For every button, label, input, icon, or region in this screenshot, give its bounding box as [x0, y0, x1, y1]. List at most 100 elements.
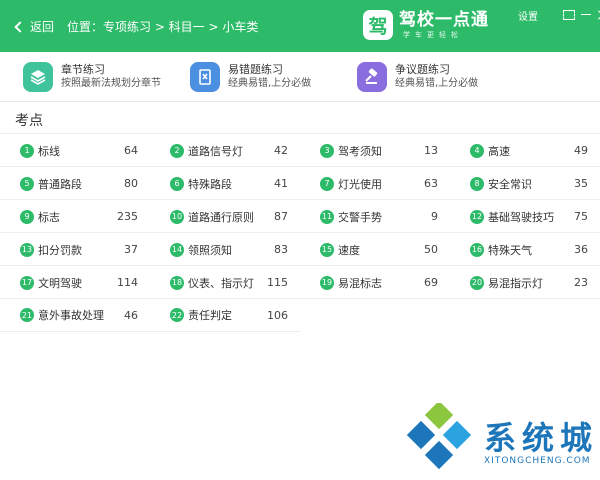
topic-item[interactable]: 21 意外事故处理 46 [0, 299, 150, 332]
topic-item[interactable]: 19 易混标志 69 [300, 266, 450, 299]
topic-number: 22 [170, 308, 184, 322]
topic-count: 49 [574, 144, 588, 157]
book-icon [190, 62, 220, 92]
topic-number: 3 [320, 143, 334, 158]
topic-name: 意外事故处理 [38, 309, 104, 322]
topic-item[interactable]: 3 驾考须知 13 [300, 134, 450, 167]
topic-name: 易混标志 [338, 276, 382, 290]
topic-name: 道路信号灯 [188, 144, 243, 158]
topic-name: 易混指示灯 [488, 276, 543, 290]
topic-count: 69 [424, 276, 438, 289]
topic-name: 扣分罚款 [38, 243, 82, 257]
chevron-left-icon [14, 20, 26, 33]
mode-dispute-practice[interactable]: 争议题练习 经典易错,上分必做 [357, 62, 478, 92]
gavel-icon [357, 62, 387, 92]
topic-count: 87 [274, 210, 288, 223]
topic-name: 仪表、指示灯 [188, 276, 254, 290]
empty-cell [300, 299, 450, 332]
topic-item[interactable]: 4 高速 49 [450, 134, 600, 167]
mode-title: 章节练习 [61, 63, 105, 76]
topic-count: 235 [117, 210, 138, 223]
window-controls [559, 9, 600, 20]
topic-number: 7 [320, 176, 334, 191]
topic-item[interactable]: 7 灯光使用 63 [300, 167, 450, 200]
back-label: 返回 [30, 20, 55, 34]
topic-name: 安全常识 [488, 177, 532, 191]
breadcrumb: 位置：专项练习 > 科目一 > 小车类 [67, 20, 259, 34]
topic-name: 文明驾驶 [38, 276, 82, 290]
close-icon[interactable] [596, 9, 600, 20]
brand: 驾 驾校一点通 学车更轻松 [363, 10, 489, 40]
mode-error-practice[interactable]: 易错题练习 经典易错,上分必做 [190, 62, 311, 92]
topic-item[interactable]: 20 易混指示灯 23 [450, 266, 600, 299]
brand-logo-icon: 驾 [363, 10, 393, 40]
topic-count: 46 [124, 308, 138, 322]
back-button[interactable]: 返回 [14, 18, 55, 35]
topic-name: 灯光使用 [338, 177, 382, 191]
topic-count: 115 [267, 276, 288, 289]
topic-count: 36 [574, 243, 588, 256]
topic-item[interactable]: 8 安全常识 35 [450, 167, 600, 200]
topic-item[interactable]: 6 特殊路段 41 [150, 167, 300, 200]
topic-count: 114 [117, 276, 138, 289]
topic-name: 交警手势 [338, 210, 382, 224]
topic-number: 15 [320, 242, 334, 257]
topic-name: 道路通行原则 [188, 210, 254, 224]
minimize-icon[interactable] [579, 9, 593, 20]
topic-item[interactable]: 11 交警手势 9 [300, 200, 450, 233]
topic-item[interactable]: 17 文明驾驶 114 [0, 266, 150, 299]
topic-name: 特殊路段 [188, 177, 232, 191]
topic-item[interactable]: 14 领照须知 83 [150, 233, 300, 266]
topic-name: 标志 [38, 210, 60, 224]
watermark-logo-icon [405, 400, 475, 472]
topic-item[interactable]: 18 仪表、指示灯 115 [150, 266, 300, 299]
topic-number: 14 [170, 242, 184, 257]
topic-item[interactable]: 2 道路信号灯 42 [150, 134, 300, 167]
topic-item[interactable]: 22 责任判定 106 [150, 299, 300, 332]
mode-title: 争议题练习 [395, 63, 450, 76]
topic-count: 23 [574, 276, 588, 289]
topic-number: 17 [20, 275, 34, 290]
layers-icon [23, 62, 53, 92]
topic-count: 50 [424, 243, 438, 256]
title-bar: 返回 位置：专项练习 > 科目一 > 小车类 驾 驾校一点通 学车更轻松 设置 [0, 0, 600, 52]
topic-item[interactable]: 10 道路通行原则 87 [150, 200, 300, 233]
topic-name: 普通路段 [38, 177, 82, 191]
topic-number: 13 [20, 242, 34, 257]
topic-count: 41 [274, 177, 288, 190]
topic-number: 10 [170, 209, 184, 224]
topic-item[interactable]: 12 基础驾驶技巧 75 [450, 200, 600, 233]
topic-item[interactable]: 15 速度 50 [300, 233, 450, 266]
mode-chapter-practice[interactable]: 章节练习 按照最新法规划分章节 [23, 62, 161, 92]
topic-name: 责任判定 [188, 309, 232, 322]
settings-button[interactable]: 设置 [518, 8, 538, 23]
topic-count: 9 [431, 210, 438, 223]
watermark-url: XITONGCHENG.COM [484, 456, 591, 466]
topic-item[interactable]: 13 扣分罚款 37 [0, 233, 150, 266]
topic-name: 驾考须知 [338, 144, 382, 158]
topic-number: 21 [20, 308, 34, 322]
expand-icon[interactable] [562, 9, 576, 20]
topic-count: 42 [274, 144, 288, 157]
topic-item[interactable]: 5 普通路段 80 [0, 167, 150, 200]
topic-count: 64 [124, 144, 138, 157]
mode-subtitle: 按照最新法规划分章节 [61, 78, 161, 89]
topic-name: 标线 [38, 144, 60, 158]
topic-number: 16 [470, 242, 484, 257]
brand-name: 驾校一点通 [399, 9, 489, 30]
topic-number: 12 [470, 209, 484, 224]
topic-item[interactable]: 9 标志 235 [0, 200, 150, 233]
topic-number: 8 [470, 176, 484, 191]
topic-number: 5 [20, 176, 34, 191]
topic-item[interactable]: 1 标线 64 [0, 134, 150, 167]
brand-slogan: 学车更轻松 [403, 30, 463, 39]
topic-count: 63 [424, 177, 438, 190]
section-title: 考点 [15, 113, 43, 129]
mode-title: 易错题练习 [228, 63, 283, 76]
topic-item[interactable]: 16 特殊天气 36 [450, 233, 600, 266]
topic-number: 1 [20, 143, 34, 158]
topic-name: 领照须知 [188, 243, 232, 257]
topic-count: 13 [424, 144, 438, 157]
topic-number: 19 [320, 275, 334, 290]
topic-count: 106 [267, 308, 288, 322]
